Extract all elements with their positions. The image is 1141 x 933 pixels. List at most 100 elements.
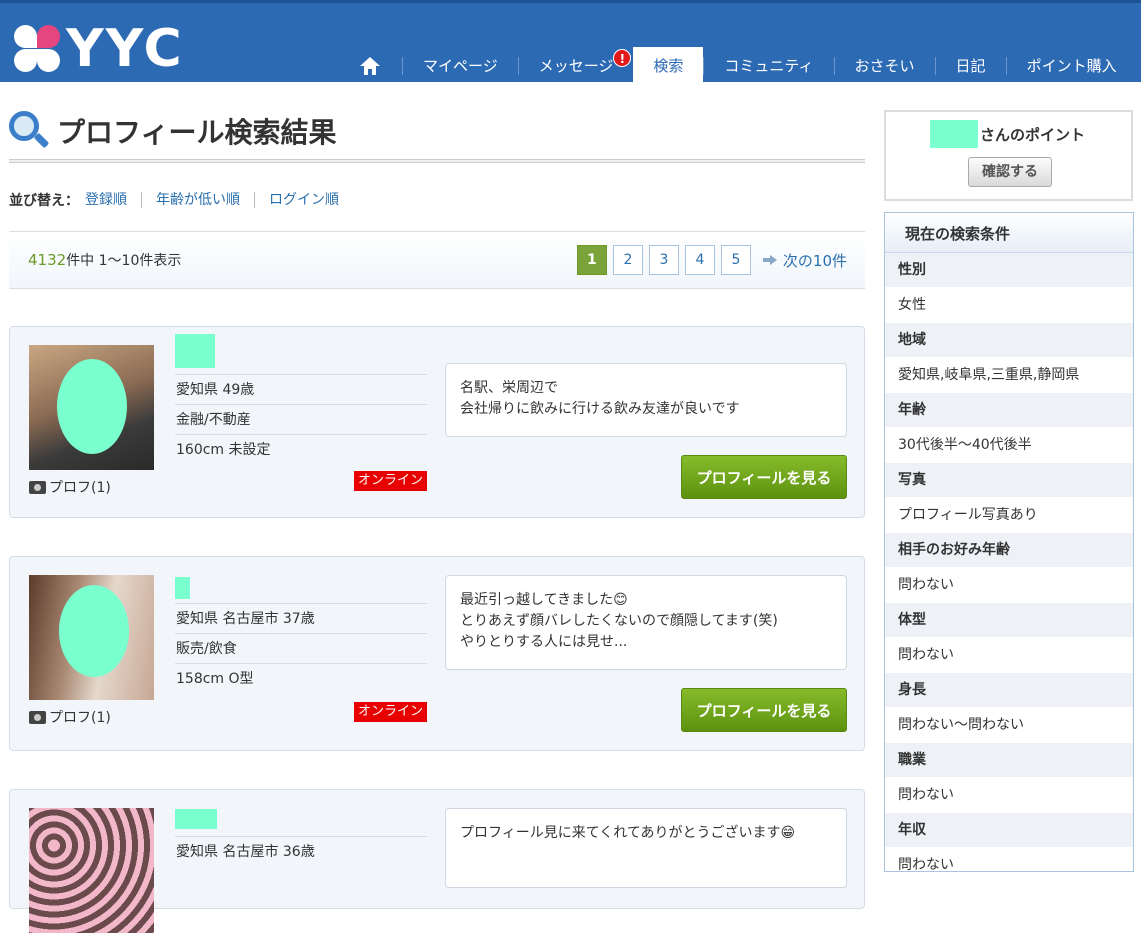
profile-name-redacted[interactable] [175, 577, 190, 599]
nav-search[interactable]: 検索 [633, 47, 704, 85]
sort-by-login[interactable]: ログイン順 [254, 192, 353, 208]
message-line: 会社帰りに飲みに行ける飲み友達が良いです [460, 401, 740, 417]
result-total: 4132 [28, 251, 67, 269]
face-mask [57, 359, 127, 454]
message-alert-badge: ! [613, 49, 632, 67]
points-heading: さんのポイント [930, 120, 1085, 148]
sort-by-age-asc[interactable]: 年齢が低い順 [141, 192, 254, 208]
nav-mypage[interactable]: マイページ [402, 57, 518, 75]
condition-value: 女性 [885, 287, 1133, 323]
condition-value: 問わない [885, 567, 1133, 603]
points-box: さんのポイント 確認する [884, 110, 1133, 201]
message-line: やりとりする人には見せ... [460, 634, 628, 650]
condition-label: 地域 [885, 323, 1133, 357]
condition-value: 問わない [885, 637, 1133, 673]
profile-name-redacted[interactable] [175, 334, 215, 368]
camera-icon [29, 480, 46, 494]
condition-value: プロフィール写真あり [885, 497, 1133, 533]
profile-message: プロフィール見に来てくれてありがとうございます😁 [445, 808, 847, 888]
profile-message: 名駅、栄周辺で 会社帰りに飲みに行ける飲み友達が良いです [445, 363, 847, 437]
clover-logo-icon [12, 25, 62, 73]
message-line: 最近引っ越してきました😊 [460, 592, 628, 608]
result-count: 4132件中 1〜10件表示 [28, 250, 181, 270]
profile-card: プロフ(1) 愛知県 名古屋市 37歳 販売/飲食 158cm O型 オンライン… [9, 556, 865, 751]
profile-location-age: 愛知県 名古屋市 37歳 [175, 603, 427, 633]
nav-invitations[interactable]: おさそい [833, 57, 935, 75]
condition-value: 問わない〜問わない [885, 707, 1133, 743]
page-3[interactable]: 3 [648, 245, 679, 275]
profile-photo[interactable] [29, 345, 154, 470]
sort-label: 並び替え： [9, 193, 79, 209]
page-4[interactable]: 4 [684, 245, 715, 275]
profile-photo[interactable] [29, 575, 154, 700]
condition-value: 問わない [885, 777, 1133, 813]
title-divider [9, 159, 865, 163]
sort-bar: 並び替え： 登録順 年齢が低い順 ログイン順 [9, 190, 353, 210]
page-title: プロフィール検索結果 [9, 110, 336, 152]
photo-count-label: プロフ(1) [49, 710, 111, 726]
sort-by-registration[interactable]: 登録順 [85, 192, 141, 208]
page-1[interactable]: 1 [576, 245, 607, 275]
view-profile-button[interactable]: プロフィールを見る [681, 455, 847, 499]
confirm-points-button[interactable]: 確認する [968, 157, 1052, 187]
online-status-badge: オンライン [354, 471, 427, 491]
result-summary-bar: 4132件中 1〜10件表示 1 2 3 4 5 次の10件 [9, 231, 865, 289]
points-label: さんのポイント [980, 125, 1086, 144]
nav-buy-points[interactable]: ポイント購入 [1005, 57, 1137, 75]
profile-info: 愛知県 名古屋市 36歳 [175, 836, 427, 866]
yyc-logo[interactable]: YYC [12, 23, 184, 75]
profile-card: プロフ(1) 愛知県 49歳 金融/不動産 160cm 未設定 オンライン 名駅… [9, 326, 865, 518]
condition-label: 体型 [885, 603, 1133, 637]
condition-label: 相手のお好み年齢 [885, 533, 1133, 567]
page-title-text: プロフィール検索結果 [57, 116, 337, 149]
result-range: 件中 1〜10件表示 [66, 253, 182, 269]
condition-label: 身長 [885, 673, 1133, 707]
profile-location-age: 愛知県 49歳 [175, 374, 427, 404]
face-mask [59, 585, 129, 677]
condition-label: 年収 [885, 813, 1133, 847]
pagination: 1 2 3 4 5 次の10件 [571, 245, 847, 275]
profile-photo[interactable] [29, 808, 154, 933]
nav-messages[interactable]: メッセージ ! [517, 49, 634, 75]
profile-info: 愛知県 名古屋市 37歳 販売/飲食 158cm O型 [175, 603, 427, 693]
nav-community[interactable]: コミュニティ [703, 57, 833, 75]
profile-name-redacted[interactable] [175, 809, 217, 829]
logo-text: YYC [66, 19, 184, 79]
profile-info: 愛知県 49歳 金融/不動産 160cm 未設定 [175, 374, 427, 464]
condition-label: 写真 [885, 463, 1133, 497]
home-icon [360, 57, 380, 75]
condition-value: 30代後半〜40代後半 [885, 427, 1133, 463]
nav-messages-label: メッセージ [538, 57, 614, 75]
nav-home[interactable] [346, 57, 402, 75]
next-page-link[interactable]: 次の10件 [762, 250, 847, 271]
photo-count: プロフ(1) [29, 477, 111, 497]
message-line: とりあえず顔バレしたくないので顔隠してます(笑) [460, 613, 778, 629]
username-redacted [930, 120, 978, 148]
page-2[interactable]: 2 [612, 245, 643, 275]
page-5[interactable]: 5 [720, 245, 751, 275]
profile-card: 愛知県 名古屋市 36歳 プロフィール見に来てくれてありがとうございます😁 [9, 789, 865, 933]
search-conditions-panel: 現在の検索条件 性別 女性 地域 愛知県,岐阜県,三重県,静岡県 年齢 30代後… [884, 212, 1134, 872]
message-line: 名駅、栄周辺で [460, 380, 558, 396]
profile-location-age: 愛知県 名古屋市 36歳 [175, 836, 427, 866]
condition-label: 職業 [885, 743, 1133, 777]
profile-body: 160cm 未設定 [175, 434, 427, 464]
profile-job: 金融/不動産 [175, 404, 427, 434]
photo-count: プロフ(1) [29, 707, 111, 727]
message-line: プロフィール見に来てくれてありがとうございます😁 [460, 825, 796, 841]
photo-count-label: プロフ(1) [49, 480, 111, 496]
profile-message: 最近引っ越してきました😊 とりあえず顔バレしたくないので顔隠してます(笑) やり… [445, 575, 847, 670]
condition-label: 性別 [885, 253, 1133, 287]
condition-value: 問わない [885, 847, 1133, 871]
global-header: YYC マイページ メッセージ ! 検索 コミュニティ おさそい 日記 ポイント… [0, 0, 1141, 85]
camera-icon [29, 710, 46, 724]
online-status-badge: オンライン [354, 702, 427, 722]
profile-body: 158cm O型 [175, 663, 427, 693]
condition-label: 年齢 [885, 393, 1133, 427]
condition-value: 愛知県,岐阜県,三重県,静岡県 [885, 357, 1133, 393]
search-conditions-title: 現在の検索条件 [885, 213, 1133, 253]
search-icon [9, 111, 50, 151]
next-page-label: 次の10件 [782, 251, 847, 270]
nav-diary[interactable]: 日記 [934, 57, 1006, 75]
view-profile-button[interactable]: プロフィールを見る [681, 688, 847, 732]
